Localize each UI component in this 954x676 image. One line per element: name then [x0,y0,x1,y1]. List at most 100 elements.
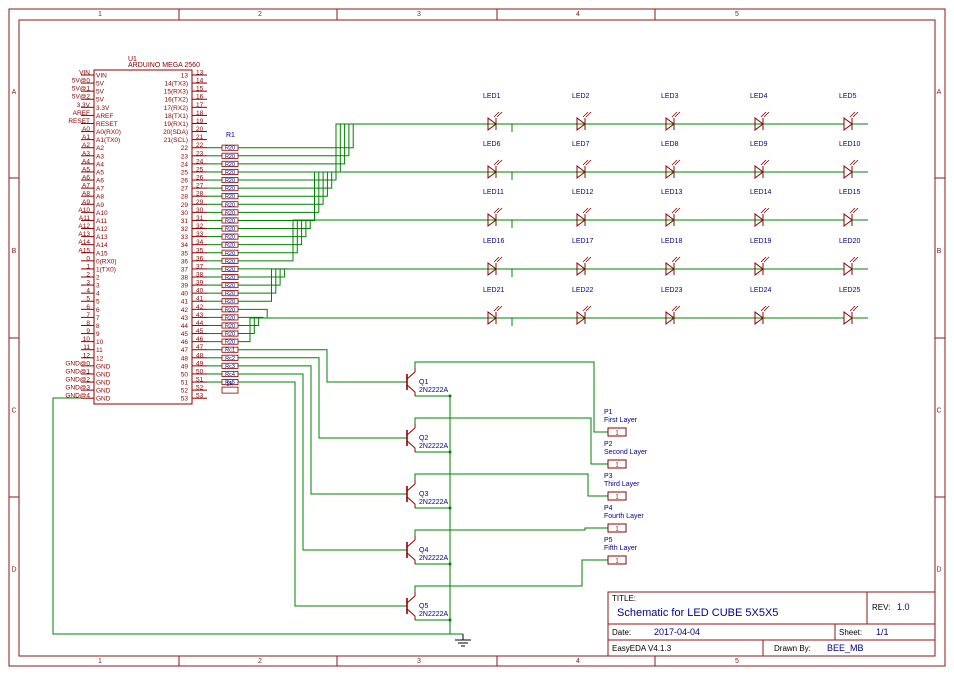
arduino-pin-number: GND@1 [65,368,90,375]
arduino-pin-number: RESET [68,118,90,125]
connector-name: Fifth Layer [604,545,638,552]
arduino-pin-name: 45 [181,331,189,338]
arduino-pin-number: 16 [196,94,204,101]
led-label: LED25 [839,287,861,294]
arduino-pin-name: AREF [96,113,113,120]
led-label: LED17 [572,238,594,245]
arduino-pin-number: 52 [196,385,204,392]
arduino-pin-name: 46 [181,339,189,346]
zone-col-label: 2 [258,11,262,18]
arduino-pin-number: 36 [196,255,204,262]
arduino-pin-name: 21(SCL) [164,137,188,144]
arduino-pin-name: 17(RX2) [164,105,188,112]
arduino-pin-name: 15(RX3) [164,89,188,96]
arduino-pin-name: A15 [96,250,108,257]
arduino-pin-number: 47 [196,344,204,351]
arduino-pin-number: 53 [196,393,204,400]
arduino-pin-number: 2 [86,272,90,279]
arduino-pin-number: A3 [82,150,90,157]
arduino-pin-name: 8 [96,323,100,330]
arduino-pin-number: AREF [73,110,90,117]
arduino-pin-number: 32 [196,223,204,230]
arduino-pin-name: 5V [96,89,105,96]
led-label: LED21 [483,287,505,294]
arduino-pin-name: 52 [181,388,189,395]
arduino-pin-name: 14(TX3) [165,81,188,88]
arduino-pin-number: GND@4 [65,393,90,400]
arduino-pin-number: A5 [82,166,90,173]
arduino-pin-number: 12 [83,352,91,359]
arduino-pin-name: 20(SDA) [163,129,188,136]
led-label: LED23 [661,287,683,294]
arduino-pin-number: 43 [196,312,204,319]
arduino-pin-number: A8 [82,191,90,198]
arduino-pin-number: 46 [196,336,204,343]
resistor-value: Rc2 [225,356,235,362]
arduino-pin-number: 5 [86,296,90,303]
arduino-pin-number: 42 [196,304,204,311]
title-label: TITLE: [612,594,636,603]
arduino-pin-name: 5V [96,81,105,88]
arduino-pin-number: A2 [82,142,90,149]
arduino-pin-name: GND [96,396,111,403]
connector-ref: P2 [604,441,613,448]
arduino-pin-name: A10 [96,210,108,217]
arduino-pin-number: 22 [196,142,204,149]
arduino-pin-number: 30 [196,207,204,214]
resistor-value: R20 [225,323,235,329]
zone-col-label: 1 [98,658,102,665]
connector-name: Third Layer [604,481,640,488]
arduino-pin-name: 36 [181,258,189,265]
arduino-pin-name: 7 [96,315,100,322]
zone-row-label: C [936,408,941,415]
arduino-pin-name: 3 [96,283,100,290]
arduino-pin-name: VIN [96,73,107,80]
led-label: LED14 [750,189,772,196]
date-label: Date: [612,628,631,637]
schematic-title: Schematic for LED CUBE 5X5X5 [617,607,778,619]
sheet-label: Sheet: [839,628,862,637]
arduino-pin-name: 32 [181,226,189,233]
arduino-pin-number: 13 [196,70,204,77]
arduino-pin-number: 15 [196,86,204,93]
zone-row-label: A [12,89,17,96]
software-label: EasyEDA V4.1.3 [612,644,672,653]
arduino-pin-name: 30 [181,210,189,217]
arduino-pin-name: 5 [96,299,100,306]
arduino-pin-number: 8 [86,320,90,327]
arduino-pin-number: A13 [78,231,90,238]
resistor-value: R20 [225,340,235,346]
arduino-pin-number: A0 [82,126,90,133]
arduino-pin-name: 9 [96,331,100,338]
arduino-pin-name: 51 [181,380,189,387]
resistor-value: R20 [225,218,235,224]
arduino-pin-name: A7 [96,186,104,193]
arduino-pin-number: A4 [82,158,90,165]
arduino-pin-number: 25 [196,166,204,173]
arduino-pin-name: 42 [181,307,189,314]
arduino-pin-number: 20 [196,126,204,133]
arduino-pin-name: 34 [181,242,189,249]
resistor-value: Rc4 [225,372,235,378]
resistor-value: R20 [225,210,235,216]
transistor-part: 2N2222A [419,443,449,450]
arduino-pin-name: 25 [181,169,189,176]
led-label: LED13 [661,189,683,196]
arduino-pin-name: 10 [96,339,104,346]
led-label: LED5 [839,93,857,100]
arduino-pin-number: 11 [83,344,90,351]
arduino-pin-number: A7 [82,183,90,190]
arduino-pin-name: A11 [96,218,107,225]
arduino-pin-number: 45 [196,328,204,335]
arduino-pin-name: 2 [96,275,100,282]
arduino-pin-name: 26 [181,178,189,185]
arduino-pin-number: A10 [78,207,90,214]
arduino-pin-name: GND [96,371,111,378]
resistor-value: R20 [225,259,235,265]
arduino-pin-name: A14 [96,242,108,249]
arduino-pin-number: 39 [196,280,204,287]
arduino-pin-name: 39 [181,283,189,290]
arduino-pin-number: A6 [82,175,90,182]
resistor-value: R20 [225,146,235,152]
zone-col-label: 4 [576,11,580,18]
